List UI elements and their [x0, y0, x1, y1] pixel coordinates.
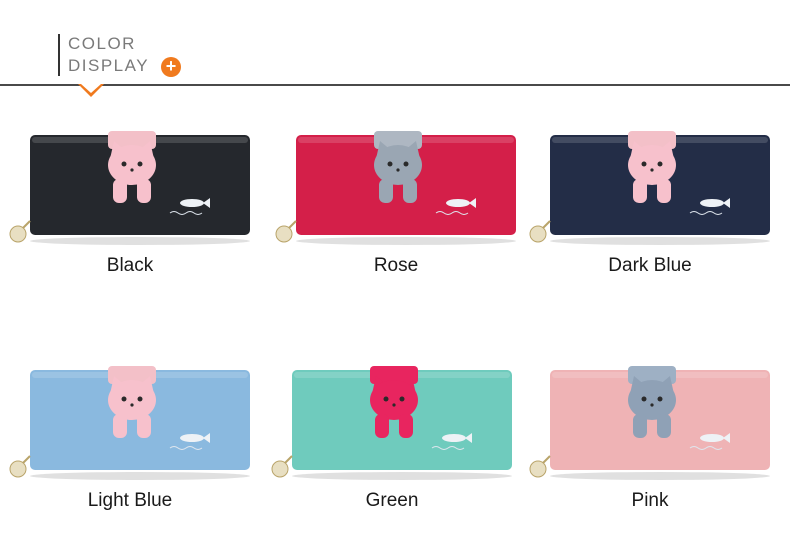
- fish-icon: [442, 434, 466, 442]
- header-rule: [0, 84, 790, 86]
- color-label: Light Blue: [87, 490, 173, 511]
- zipper-pull-icon: [529, 460, 547, 478]
- zipper-pull-icon: [271, 460, 289, 478]
- wallet-image: [271, 366, 512, 480]
- zipper-pull-icon: [9, 460, 27, 478]
- wallet-image: [529, 366, 770, 480]
- fish-icon: [180, 199, 204, 207]
- product-card: Green: [262, 360, 522, 560]
- wallet-image: [275, 131, 516, 245]
- product-card: Pink: [520, 360, 780, 560]
- product-card: Light Blue: [0, 360, 260, 560]
- wallet-image: [9, 131, 250, 245]
- header-divider: [58, 34, 60, 76]
- product-card: Black: [0, 125, 260, 325]
- fish-icon: [700, 199, 724, 207]
- color-label: Dark Blue: [608, 255, 692, 276]
- zipper-pull-icon: [275, 225, 293, 243]
- color-label: Pink: [631, 490, 669, 511]
- color-label: Black: [106, 255, 154, 276]
- title-line-2: DISPLAY: [68, 56, 150, 75]
- fish-icon: [180, 434, 204, 442]
- product-card: Dark Blue: [520, 125, 780, 325]
- header: COLOR DISPLAY +: [0, 0, 790, 100]
- title-line-1: COLOR: [68, 34, 136, 53]
- plus-icon: +: [161, 57, 181, 77]
- wallet-image: [529, 131, 770, 245]
- cat-face-icon: [108, 145, 156, 185]
- fish-icon: [446, 199, 470, 207]
- cat-face-icon: [370, 380, 418, 420]
- cat-face-icon: [628, 380, 676, 420]
- color-label: Rose: [373, 255, 419, 276]
- cat-face-icon: [374, 145, 422, 185]
- color-label: Green: [365, 490, 419, 511]
- fish-icon: [700, 434, 724, 442]
- cat-face-icon: [108, 380, 156, 420]
- arrow-inner: [81, 84, 101, 93]
- zipper-pull-icon: [9, 225, 27, 243]
- product-card: Rose: [266, 125, 526, 325]
- cat-face-icon: [628, 145, 676, 185]
- wallet-image: [9, 366, 250, 480]
- zipper-pull-icon: [529, 225, 547, 243]
